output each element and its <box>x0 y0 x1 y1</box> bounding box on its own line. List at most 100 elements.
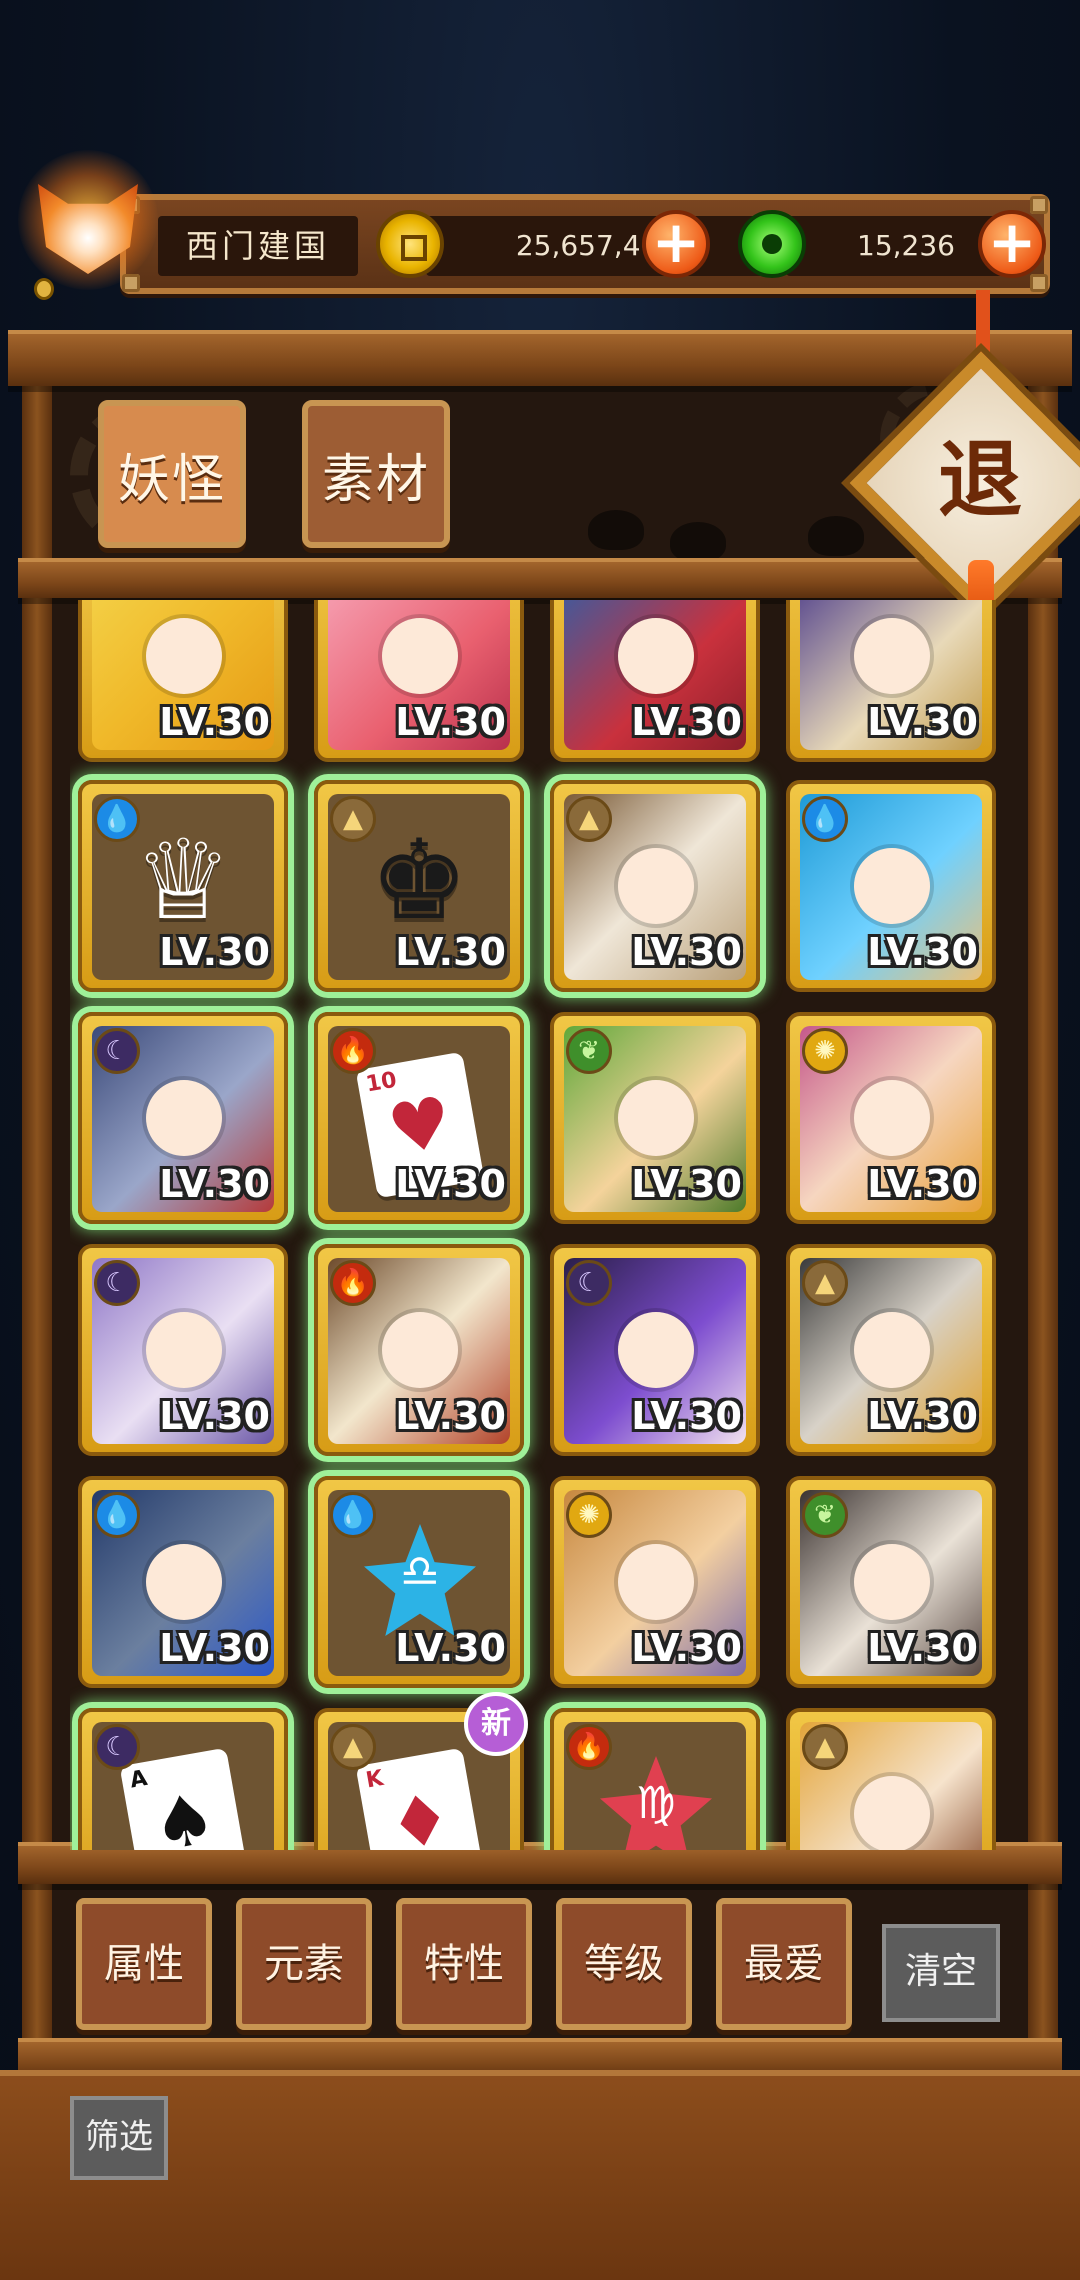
card-level: LV.30 <box>159 1162 270 1206</box>
left-post <box>22 370 52 2050</box>
water-element-icon: 💧 <box>94 796 140 842</box>
add-jade-button[interactable]: + <box>978 210 1046 278</box>
card-level: LV.30 <box>395 700 506 744</box>
character-face <box>854 618 930 694</box>
card-level: LV.30 <box>631 1162 742 1206</box>
filter-favorite-button[interactable]: 最爱 <box>716 1898 852 2030</box>
card-level: LV.30 <box>159 700 270 744</box>
monster-card[interactable]: LV.30 <box>314 600 524 762</box>
monster-grid[interactable]: LV.30 LV.30 LV.30 LV.30 ♕ 💧 LV.30 ♚ ▲ LV.30 ▲ LV.30… <box>70 600 1010 1850</box>
character-face <box>618 848 694 924</box>
light-element-icon: ✺ <box>566 1492 612 1538</box>
playing-card-icon: A ♠ <box>119 1747 249 1850</box>
monster-card[interactable]: A ♠ ☾ <box>78 1708 288 1850</box>
jade-coin-icon <box>738 210 806 278</box>
playing-card-icon: K ♦ <box>355 1747 485 1850</box>
monster-card[interactable]: ♍ 🔥 <box>550 1708 760 1850</box>
game-screen: 西门建国 25,657,402 + 15,236 + 妖怪 素材 退 LV.30… <box>0 0 1080 2280</box>
monster-card[interactable]: ✺ LV.30 <box>550 1476 760 1688</box>
tab-material[interactable]: 素材 <box>302 400 450 548</box>
character-face <box>854 848 930 924</box>
monster-card[interactable]: K ♦ ▲ 新 <box>314 1692 528 1850</box>
zodiac-sign: ♍ <box>636 1778 676 1829</box>
monster-card[interactable]: ☾ LV.30 <box>550 1244 760 1456</box>
card-level: LV.30 <box>159 1394 270 1438</box>
dark-element-icon: ☾ <box>94 1260 140 1306</box>
character-face <box>854 1544 930 1620</box>
add-gold-button[interactable]: + <box>642 210 710 278</box>
earth-element-icon: ▲ <box>802 1724 848 1770</box>
card-level: LV.30 <box>631 1394 742 1438</box>
filter-level-button[interactable]: 等级 <box>556 1898 692 2030</box>
water-element-icon: 💧 <box>802 796 848 842</box>
card-level: LV.30 <box>867 700 978 744</box>
gold-amount: 25,657,402 <box>426 216 766 276</box>
monster-card[interactable]: 💧 LV.30 <box>78 1476 288 1688</box>
tab-monster[interactable]: 妖怪 <box>98 400 246 548</box>
card-level: LV.30 <box>159 1626 270 1670</box>
monster-card[interactable]: ♎ 💧 LV.30 <box>314 1476 524 1688</box>
card-level: LV.30 <box>867 1162 978 1206</box>
dark-element-icon: ☾ <box>566 1260 612 1306</box>
monster-card[interactable]: ▲ <box>786 1708 996 1850</box>
character-face <box>854 1776 930 1850</box>
card-level: LV.30 <box>395 1626 506 1670</box>
card-level: LV.30 <box>867 930 978 974</box>
monster-card[interactable]: ✺ LV.30 <box>786 1012 996 1224</box>
character-face <box>146 618 222 694</box>
card-level: LV.30 <box>631 700 742 744</box>
monster-card[interactable]: 🔥 LV.30 <box>314 1244 524 1456</box>
top-beam <box>8 330 1072 386</box>
character-face <box>618 1080 694 1156</box>
shadow-creature-icon <box>670 522 726 562</box>
dark-element-icon: ☾ <box>94 1724 140 1770</box>
monster-card[interactable]: ☾ LV.30 <box>78 1012 288 1224</box>
monster-card[interactable]: ☾ LV.30 <box>78 1244 288 1456</box>
water-element-icon: 💧 <box>330 1492 376 1538</box>
filter-attribute-button[interactable]: 属性 <box>76 1898 212 2030</box>
player-avatar[interactable] <box>18 150 158 300</box>
monster-card[interactable]: ❦ LV.30 <box>786 1476 996 1688</box>
character-face <box>382 1312 458 1388</box>
filter-button[interactable]: 筛选 <box>70 2096 168 2180</box>
monster-card[interactable]: LV.30 <box>78 600 288 762</box>
card-level: LV.30 <box>867 1626 978 1670</box>
monster-card[interactable]: ♕ 💧 LV.30 <box>78 780 288 992</box>
resource-bar: 西门建国 25,657,402 + 15,236 + <box>120 194 1050 294</box>
monster-card[interactable]: ▲ LV.30 <box>550 780 760 992</box>
character-face <box>146 1080 222 1156</box>
character-face <box>146 1544 222 1620</box>
wood-element-icon: ❦ <box>566 1028 612 1074</box>
monster-card[interactable]: LV.30 <box>786 600 996 762</box>
fire-element-icon: 🔥 <box>330 1028 376 1074</box>
card-level: LV.30 <box>395 1394 506 1438</box>
monster-card[interactable]: LV.30 <box>550 600 760 762</box>
fire-element-icon: 🔥 <box>330 1260 376 1306</box>
exit-button[interactable]: 退 <box>900 400 1060 560</box>
water-element-icon: 💧 <box>94 1492 140 1538</box>
character-face <box>854 1080 930 1156</box>
monster-card[interactable]: ❦ LV.30 <box>550 1012 760 1224</box>
card-level: LV.30 <box>631 930 742 974</box>
card-level: LV.30 <box>395 930 506 974</box>
card-level: LV.30 <box>631 1626 742 1670</box>
chess-piece-icon: ♚ <box>369 815 469 944</box>
shadow-creature-icon <box>808 516 864 556</box>
earth-element-icon: ▲ <box>330 796 376 842</box>
character-face <box>382 618 458 694</box>
light-element-icon: ✺ <box>802 1028 848 1074</box>
monster-card[interactable]: ▲ LV.30 <box>786 1244 996 1456</box>
monster-card[interactable]: 10 ♥ 🔥 LV.30 <box>314 1012 524 1224</box>
character-face <box>618 1312 694 1388</box>
earth-element-icon: ▲ <box>802 1260 848 1306</box>
character-face <box>854 1312 930 1388</box>
player-name: 西门建国 <box>158 216 358 276</box>
clear-button[interactable]: 清空 <box>882 1924 1000 2022</box>
monster-card[interactable]: ♚ ▲ LV.30 <box>314 780 524 992</box>
card-level: LV.30 <box>159 930 270 974</box>
wood-element-icon: ❦ <box>802 1492 848 1538</box>
filter-element-button[interactable]: 元素 <box>236 1898 372 2030</box>
filter-trait-button[interactable]: 特性 <box>396 1898 532 2030</box>
monster-card[interactable]: 💧 LV.30 <box>786 780 996 992</box>
bolt <box>1030 274 1048 292</box>
